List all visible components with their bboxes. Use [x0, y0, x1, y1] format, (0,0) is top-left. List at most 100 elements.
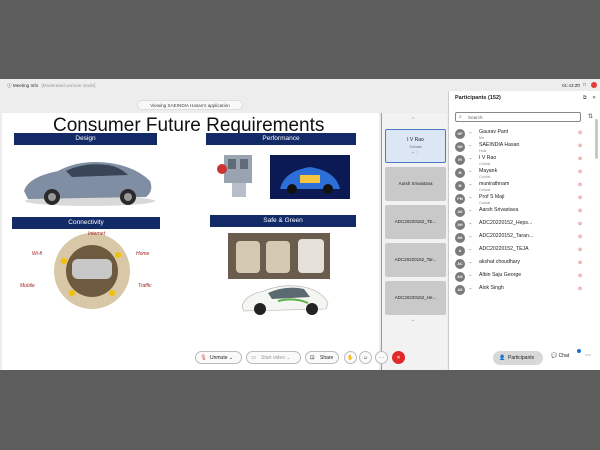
mic-icon: ⌁ [469, 234, 472, 239]
video-thumbnail-strip: ⌃ I V Rao Cohost ⌁ ⋮ Aarsh Srivastava AD… [381, 113, 447, 370]
internet-label: Internet [88, 231, 105, 237]
start-video-label: Start video [261, 355, 285, 361]
mic-icon: ⌁ [469, 247, 472, 252]
meeting-info-label: Meeting Info [12, 83, 39, 88]
search-placeholder: Search [468, 115, 483, 120]
safe-green-header: Safe & Green [210, 215, 356, 227]
close-panel-icon[interactable]: ✕ [592, 95, 596, 101]
participant-role: Host [479, 149, 487, 153]
scroll-down-icon[interactable]: ⌄ [411, 317, 415, 323]
participant-name: Albin Saju George [479, 272, 522, 278]
leave-meeting-button[interactable]: ✕ [392, 351, 405, 364]
mic-icon: ⌁ [469, 273, 472, 278]
mic-icon: ⌁ [469, 156, 472, 161]
participant-row[interactable]: SH ⌁ SAEINDIA Hasan Host ⊘ [455, 141, 595, 154]
design-header: Design [14, 133, 157, 145]
chat-button[interactable]: 💬 Chat [551, 353, 569, 359]
participant-row[interactable]: M ⌁ Mayank Cohost ⊘ [455, 167, 595, 180]
participant-row[interactable]: AS ⌁ Aarsh Srivastava ⊘ [455, 206, 595, 219]
design-car-image [24, 162, 155, 206]
participant-row[interactable]: AG ⌁ Albin Saju George ⊘ [455, 271, 595, 284]
wifi-label: Wi-fi [32, 251, 42, 257]
participant-name: ADC20220152_Taran... [479, 233, 534, 239]
participant-row[interactable]: A ⌁ ADC20220152_TEJA ⊘ [455, 245, 595, 258]
avatar: GP [455, 129, 465, 139]
avatar: SH [455, 142, 465, 152]
participant-name: Prof S Maji [479, 194, 505, 200]
participant-role: Cohost [479, 162, 491, 166]
participants-label: Participants [508, 355, 535, 361]
thumb-name: ADC20220152_Tar... [394, 257, 437, 262]
raise-hand-button[interactable]: ✋ [344, 351, 357, 364]
mic-muted-icon: ⊘ [578, 156, 583, 162]
mic-icon: ⌁ [469, 143, 472, 148]
share-button[interactable]: ⊡ Share [305, 351, 339, 364]
mic-muted-icon: ⊘ [578, 286, 583, 292]
unmute-button[interactable]: 🎙 Unmute ⌄ [195, 351, 242, 364]
thumbnail-adc-taran[interactable]: ADC20220152_Tar... [385, 243, 446, 277]
scroll-up-icon[interactable]: ⌃ [411, 117, 415, 123]
sort-icon[interactable]: ⇅ [588, 113, 593, 120]
participant-row[interactable]: AH ⌁ ADC20220152_Heps... ⊘ [455, 219, 595, 232]
mic-icon: ⌁ [469, 182, 472, 187]
mic-muted-icon: 🎙 [200, 355, 207, 361]
maximize-icon[interactable]: □ [583, 82, 586, 88]
home-label: Home [136, 251, 150, 257]
start-video-button[interactable]: ▭ Start video ⌄ [246, 351, 301, 364]
mic-muted-icon: ⊘ [578, 234, 583, 240]
more-options-button[interactable]: ⋯ [375, 351, 388, 364]
participant-row[interactable]: IR ⌁ I V Rao Cohost ⊘ [455, 154, 595, 167]
thumbnail-adc-heps[interactable]: ADC20220152_He... [385, 281, 446, 315]
participant-scrollbar[interactable] [595, 119, 598, 159]
mobile-label: Mobile [20, 283, 35, 289]
participant-role: Cohost [479, 175, 491, 179]
mic-muted-icon: ⊘ [578, 221, 583, 227]
participant-row[interactable]: AS ⌁ Alok Singh ⊘ [455, 284, 595, 297]
viewing-banner: Viewing SAEINDIA Hasan's application [137, 100, 243, 110]
participant-row[interactable]: PM ⌁ Prof S Maji Cohost ⊘ [455, 193, 595, 206]
mic-muted-icon: ⊘ [578, 182, 583, 188]
participant-name: Aarsh Srivastava [479, 207, 519, 213]
participant-name: SAEINDIA Hasan [479, 142, 520, 148]
thumb-name: ADC20220152_TE... [394, 219, 437, 224]
thumbnail-adc-teja[interactable]: ADC20220152_TE... [385, 205, 446, 239]
mic-icon: ⌁ [469, 221, 472, 226]
seats-image [228, 233, 330, 279]
thumbnail-ivrao[interactable]: I V Rao Cohost ⌁ ⋮ [385, 129, 446, 163]
mic-icon: ⌁ [469, 195, 472, 200]
meeting-window: ⓘ Meeting Info [Moderated unmute mode] 0… [0, 79, 600, 370]
mic-icon: ⌁ [469, 208, 472, 213]
thumbnail-aarsh[interactable]: Aarsh Srivastava [385, 167, 446, 201]
performance-car-image [270, 155, 350, 199]
mic-muted-icon: ⊘ [578, 273, 583, 279]
minimize-icon[interactable]: – [576, 82, 579, 88]
participant-row[interactable]: GP ⌁ Gaurav Pant Me ⊘ [455, 128, 595, 141]
participant-role: Me [479, 136, 484, 140]
info-icon: ⓘ [7, 83, 12, 88]
meeting-info-link[interactable]: ⓘ Meeting Info [Moderated unmute mode] [7, 83, 95, 89]
mic-muted-icon: ⊘ [578, 143, 583, 149]
participant-role: Cohost [479, 188, 491, 192]
mic-muted-icon: ⊘ [578, 260, 583, 266]
mic-muted-icon: ⊘ [578, 130, 583, 136]
participants-title: Participants (152) [455, 95, 501, 101]
more-panel-button[interactable]: ⋯ [585, 352, 591, 359]
participant-row[interactable]: M ⌁ munirathnam Cohost ⊘ [455, 180, 595, 193]
avatar: AS [455, 285, 465, 295]
thumb-name: I V Rao [407, 137, 424, 143]
title-bar: ⓘ Meeting Info [Moderated unmute mode] 0… [0, 79, 600, 91]
participants-button[interactable]: 👤 Participants [493, 351, 543, 365]
thumb-name: ADC20220152_He... [394, 295, 437, 300]
mic-icon: ⌁ [469, 286, 472, 291]
popout-icon[interactable]: ⧉ [583, 95, 587, 101]
share-label: Share [320, 355, 334, 361]
chat-notification-dot [577, 349, 581, 353]
mic-muted-icon: ⊘ [578, 195, 583, 201]
participant-row[interactable]: AK ⌁ ADC20220152_Taran... ⊘ [455, 232, 595, 245]
participant-search-input[interactable]: ⌕ Search [455, 112, 581, 122]
participant-row[interactable]: AC ⌁ akshat choudhary ⊘ [455, 258, 595, 271]
reactions-button[interactable]: ☺ [359, 351, 372, 364]
chat-icon: 💬 [551, 353, 558, 359]
shared-slide: Consumer Future Requirements Design Perf… [2, 113, 379, 370]
share-icon: ⊡ [310, 355, 315, 361]
